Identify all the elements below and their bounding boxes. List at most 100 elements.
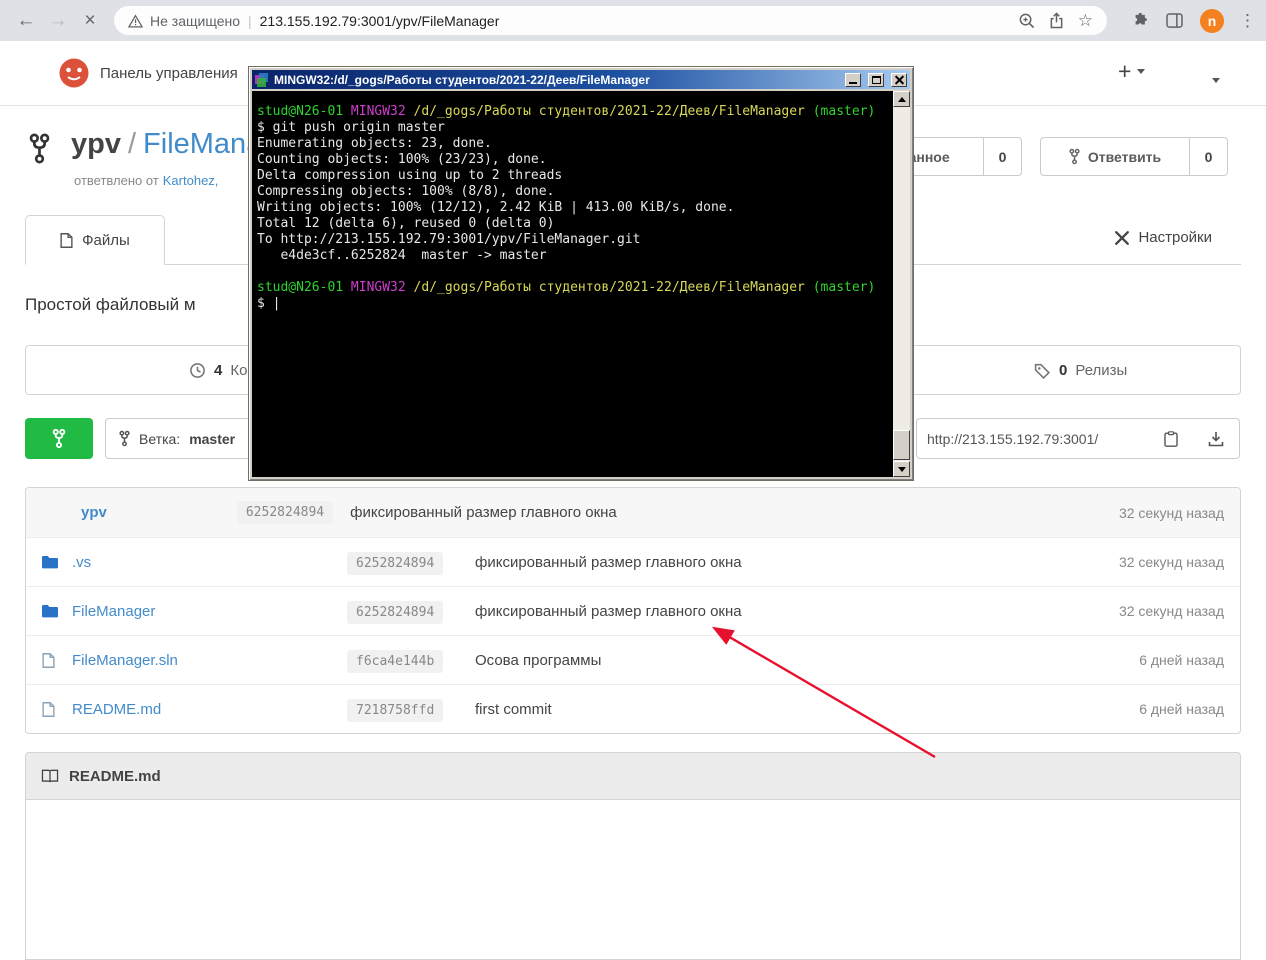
file-name-link[interactable]: FileManager.sln — [72, 652, 347, 669]
caret-down-icon — [1137, 69, 1145, 74]
zoom-icon[interactable] — [1018, 12, 1035, 29]
scroll-up-button[interactable] — [893, 91, 910, 107]
not-secure-warning-icon[interactable] — [128, 14, 143, 28]
terminal-titlebar[interactable]: MINGW32:/d/_gogs/Работы студентов/2021-2… — [252, 70, 910, 89]
forked-from-label: ответвлено от — [74, 173, 159, 188]
commits-count: 4 — [214, 362, 222, 379]
branch-name: master — [189, 431, 235, 447]
commit-message-link[interactable]: фиксированный размер главного окна — [475, 554, 1119, 571]
side-panel-icon[interactable] — [1166, 13, 1183, 28]
download-archive-button[interactable] — [1193, 418, 1240, 459]
branch-icon — [119, 430, 130, 447]
commit-time: 32 секунд назад — [1119, 603, 1224, 619]
file-table-row: FileManager.sln f6ca4e144b Осова програм… — [26, 635, 1240, 684]
browser-toolbar: ← → × Не защищено | 213.155.192.79:3001/… — [0, 0, 1266, 41]
nav-dashboard-link[interactable]: Панель управления — [100, 65, 238, 82]
star-count[interactable]: 0 — [984, 137, 1022, 176]
file-type-icon — [42, 702, 72, 717]
tab-files[interactable]: Файлы — [25, 215, 165, 265]
clipboard-icon — [1164, 431, 1178, 447]
fork-count[interactable]: 0 — [1190, 137, 1228, 176]
create-new-dropdown[interactable]: + — [1118, 58, 1145, 85]
url-text: 213.155.192.79:3001/ypv/FileManager — [260, 13, 500, 29]
file-type-icon — [42, 555, 72, 569]
repo-owner-link[interactable]: ypv — [71, 128, 121, 160]
address-divider: | — [248, 13, 252, 29]
files-icon — [60, 233, 73, 248]
terminal-scrollbar[interactable] — [893, 91, 910, 477]
commit-author-link[interactable]: ypv — [81, 504, 107, 521]
browser-profile-avatar[interactable]: n — [1200, 9, 1224, 33]
fork-icon — [1069, 148, 1080, 165]
commit-time: 32 секунд назад — [1119, 554, 1224, 570]
forked-from-link[interactable]: Kartohez, — [163, 173, 219, 188]
back-icon[interactable]: ← — [13, 10, 39, 32]
file-table-row: .vs 6252824894 фиксированный размер глав… — [26, 537, 1240, 586]
commit-hash-badge[interactable]: f6ca4e144b — [347, 650, 443, 673]
releases-label: Релизы — [1075, 362, 1127, 379]
repo-forked-icon — [27, 132, 52, 170]
commit-time: 6 дней назад — [1139, 652, 1224, 668]
scrollbar-thumb[interactable] — [893, 430, 910, 460]
terminal-body: stud@N26-01 MINGW32 /d/_gogs/Работы студ… — [252, 91, 910, 477]
share-icon[interactable] — [1049, 12, 1064, 29]
title-separator: / — [128, 128, 136, 160]
user-menu-dropdown[interactable] — [1212, 70, 1220, 88]
branch-label: Ветка: — [139, 431, 180, 447]
commit-hash-badge[interactable]: 6252824894 — [347, 601, 443, 624]
terminal-output[interactable]: stud@N26-01 MINGW32 /d/_gogs/Работы студ… — [252, 91, 893, 477]
terminal-window[interactable]: MINGW32:/d/_gogs/Работы студентов/2021-2… — [248, 66, 914, 481]
caret-down-icon — [1212, 78, 1220, 83]
extensions-icon[interactable] — [1132, 12, 1149, 29]
readme-header: README.md — [25, 752, 1241, 800]
minimize-button[interactable] — [845, 73, 861, 87]
fork-button[interactable]: Ответвить — [1040, 137, 1190, 176]
tab-settings-label: Настройки — [1138, 229, 1212, 246]
commit-hash-badge[interactable]: 7218758ffd — [347, 699, 443, 722]
history-icon — [189, 362, 206, 379]
commit-message-link[interactable]: first commit — [475, 701, 1139, 718]
commit-message-link[interactable]: фиксированный размер главного окна — [475, 603, 1119, 620]
file-name-link[interactable]: FileManager — [72, 603, 347, 620]
plus-icon: + — [1118, 58, 1131, 85]
file-table-rows: .vs 6252824894 фиксированный размер глав… — [26, 537, 1240, 733]
commit-hash-badge[interactable]: 6252824894 — [237, 501, 333, 524]
releases-link[interactable]: 0 Релизы — [1034, 346, 1127, 394]
commit-message-link[interactable]: фиксированный размер главного окна — [350, 504, 617, 521]
file-name-link[interactable]: .vs — [72, 554, 347, 571]
repo-description: Простой файловый м — [25, 295, 196, 315]
file-type-icon — [42, 653, 72, 668]
clone-url-input[interactable] — [916, 418, 1149, 459]
file-type-icon — [42, 604, 72, 618]
book-icon — [41, 769, 59, 783]
copy-url-button[interactable] — [1148, 418, 1194, 459]
maximize-button[interactable] — [868, 73, 884, 87]
branch-icon — [52, 428, 66, 449]
address-bar[interactable]: Не защищено | 213.155.192.79:3001/ypv/Fi… — [114, 6, 1107, 35]
scroll-down-button[interactable] — [893, 461, 910, 477]
forked-from: ответвлено от Kartohez, — [74, 173, 218, 188]
browser-menu-icon[interactable]: ⋮ — [1239, 11, 1256, 31]
commit-time: 32 секунд назад — [1119, 505, 1224, 521]
terminal-app-icon — [255, 73, 269, 87]
terminal-title: MINGW32:/d/_gogs/Работы студентов/2021-2… — [274, 73, 840, 87]
tag-icon — [1034, 362, 1051, 379]
file-table-row: README.md 7218758ffd first commit 6 дней… — [26, 684, 1240, 733]
forward-icon[interactable]: → — [45, 10, 71, 32]
gogs-logo-icon[interactable] — [58, 57, 90, 89]
file-name-link[interactable]: README.md — [72, 701, 347, 718]
compare-button[interactable] — [25, 418, 93, 459]
tab-files-label: Файлы — [82, 232, 130, 249]
commit-time: 6 дней назад — [1139, 701, 1224, 717]
stop-icon[interactable]: × — [77, 10, 103, 32]
latest-commit-bar: ypv 6252824894 фиксированный размер глав… — [26, 488, 1240, 537]
tab-settings[interactable]: Настройки — [1114, 229, 1212, 246]
commit-hash-badge[interactable]: 6252824894 — [347, 552, 443, 575]
readme-panel: README.md — [25, 752, 1241, 960]
bookmark-star-icon[interactable]: ☆ — [1078, 11, 1093, 31]
releases-count: 0 — [1059, 362, 1067, 379]
security-label: Не защищено — [150, 13, 240, 29]
commit-message-link[interactable]: Осова программы — [475, 652, 1139, 669]
file-table-row: FileManager 6252824894 фиксированный раз… — [26, 586, 1240, 635]
close-button[interactable] — [891, 73, 907, 87]
